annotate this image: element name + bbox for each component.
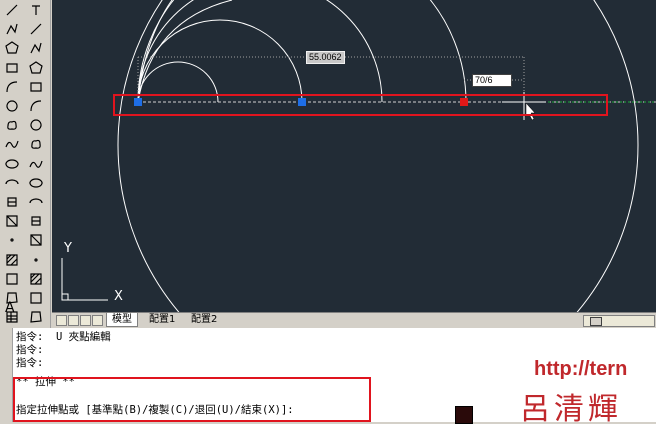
arc-medium[interactable] [137,19,303,103]
tab-first-button[interactable] [56,315,67,326]
scale-icon[interactable] [28,156,44,172]
line-icon[interactable] [4,2,20,18]
tab-layout1[interactable]: 配置1 [144,313,180,326]
rotate-icon[interactable] [28,136,44,152]
ucs-x-label: X [114,289,123,304]
ucs-y-label: Y [63,241,72,256]
offset-icon[interactable] [28,79,44,95]
make-block-icon[interactable] [4,213,20,229]
command-window-grip[interactable] [0,328,13,422]
drawing-canvas[interactable]: Y X 55.0062 70/6 [52,0,656,312]
cloud-icon[interactable] [4,117,20,133]
arc-large[interactable] [137,0,383,103]
tab-prev-button[interactable] [68,315,79,326]
command-history-line: 指令: [16,344,44,356]
arc-top-2[interactable] [137,0,173,103]
watermark-banner: http://tern 呂清輝 [520,354,656,422]
join-icon[interactable] [28,252,44,268]
tab-nav-buttons [56,315,103,326]
match-properties-icon[interactable] [28,21,44,37]
arc-icon[interactable] [4,79,20,95]
gradient-icon[interactable] [4,271,20,287]
insert-block-icon[interactable] [4,194,20,210]
trim-icon[interactable] [28,194,44,210]
command-history-line: 指令: U 夾點編輯 [16,331,111,343]
mirror-icon[interactable] [28,60,44,76]
drawing-geometry: Y X [61,0,656,312]
explode-icon[interactable] [28,309,44,325]
tab-last-button[interactable] [92,315,103,326]
polyline-icon[interactable] [4,21,20,37]
highlight-stretch-line [113,94,608,116]
extend-icon[interactable] [28,213,44,229]
text-icon[interactable] [28,2,44,18]
outer-circle[interactable] [117,0,639,312]
highlight-command-prompt [13,377,371,422]
scrollbar-thumb[interactable] [590,317,602,326]
text-tool-icon[interactable]: A [5,300,15,316]
tab-model[interactable]: 模型 [106,313,138,327]
watermark-url: http://tern [534,358,628,380]
dim-input-field[interactable]: 70/6 [472,74,512,87]
arc-xlarge[interactable] [137,0,467,103]
command-history-line: 指令: [16,357,44,369]
watermark-text: 呂清輝 [520,392,622,422]
horizontal-scrollbar[interactable] [583,315,655,327]
chamfer-icon[interactable] [28,271,44,287]
point-icon[interactable] [4,232,20,248]
fillet-icon[interactable] [28,290,44,306]
move-icon[interactable] [28,117,44,133]
rectangle-icon[interactable] [4,60,20,76]
ucs-origin-box [61,293,69,301]
ellipse-arc-icon[interactable] [4,175,20,191]
copy-icon[interactable] [28,40,44,56]
ellipse-icon[interactable] [4,156,20,172]
dim-length-readout: 55.0062 [306,51,345,64]
stretch-icon[interactable] [28,175,44,191]
break-icon[interactable] [28,232,44,248]
hatch-icon[interactable] [4,252,20,268]
draw-modify-toolbar: A [0,0,51,328]
tab-next-button[interactable] [80,315,91,326]
spline-icon[interactable] [4,136,20,152]
polygon-icon[interactable] [4,40,20,56]
layout-tab-bar: 模型 配置1 配置2 [52,312,656,328]
array-icon[interactable] [28,98,44,114]
circle-icon[interactable] [4,98,20,114]
tab-layout2[interactable]: 配置2 [186,313,222,326]
color-swatch [455,406,473,424]
